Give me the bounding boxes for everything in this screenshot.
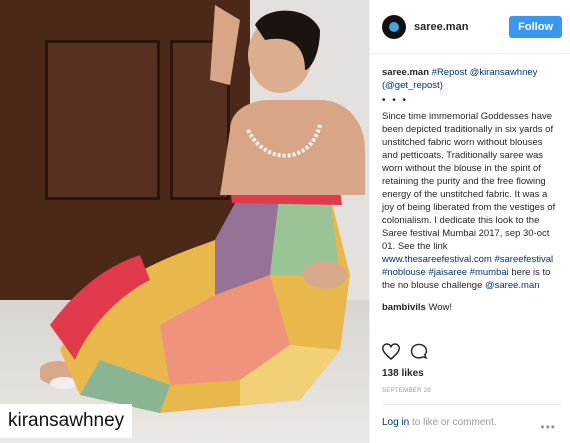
post-header: saree.man Follow — [370, 0, 570, 54]
caption-text-1: Since time immemorial Goddesses have bee… — [382, 111, 556, 252]
divider — [382, 404, 562, 405]
comment: bambivils Wow! — [382, 301, 558, 314]
caption-link[interactable]: www.thesareefestival.com — [382, 254, 492, 265]
caption-text: Since time immemorial Goddesses have bee… — [382, 110, 558, 292]
likes-count[interactable]: 138 likes — [382, 368, 424, 379]
post-actions — [382, 343, 428, 360]
caption-mention[interactable]: @saree.man — [485, 280, 540, 291]
login-link[interactable]: Log in — [382, 417, 409, 428]
caption-username[interactable]: saree.man — [382, 67, 429, 78]
comment-icon[interactable] — [410, 343, 428, 360]
avatar-logo — [389, 21, 399, 32]
username[interactable]: saree.man — [414, 21, 509, 33]
post-photo[interactable]: kiransawhney — [0, 0, 369, 443]
post-date: SEPTEMBER 28 — [382, 388, 431, 394]
login-text: to like or comment. — [409, 417, 497, 428]
more-icon[interactable]: ••• — [540, 420, 556, 434]
woman-upper-body-illustration — [210, 5, 365, 195]
door-panel — [45, 40, 160, 200]
follow-button[interactable]: Follow — [509, 15, 562, 38]
woman-in-saree-illustration — [40, 185, 350, 413]
login-prompt: Log in to like or comment. — [382, 417, 497, 428]
avatar[interactable] — [382, 14, 406, 39]
watermark: kiransawhney — [0, 404, 133, 438]
comment-username[interactable]: bambivils — [382, 302, 426, 313]
post-caption: saree.man #Repost @kiransawhney (@get_re… — [370, 54, 570, 314]
post-sidebar: saree.man Follow saree.man #Repost @kira… — [369, 0, 570, 443]
comment-text: Wow! — [428, 302, 453, 313]
caption-dots: • • • — [382, 95, 409, 106]
heart-icon[interactable] — [382, 343, 400, 360]
